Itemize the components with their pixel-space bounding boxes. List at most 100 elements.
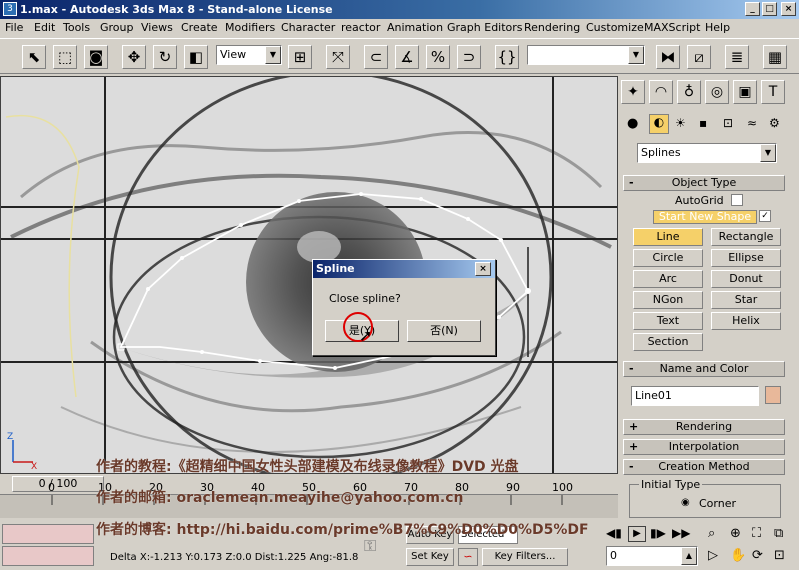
- systems-icon[interactable]: ⚙: [769, 116, 780, 130]
- go-to-end-icon[interactable]: ▶▶: [672, 526, 690, 540]
- zoom-icon[interactable]: ⌕: [708, 526, 715, 541]
- spinner-snap-icon[interactable]: ⊃: [457, 45, 481, 69]
- menu-reactor[interactable]: reactor: [340, 21, 381, 35]
- helpers-icon[interactable]: ⊡: [723, 116, 733, 130]
- menu-group[interactable]: Group: [99, 21, 135, 35]
- menu-views[interactable]: Views: [140, 21, 174, 35]
- maximize-viewport-icon[interactable]: ⊡: [774, 548, 785, 563]
- angle-snap-icon[interactable]: ∡: [395, 45, 419, 69]
- prev-frame-icon[interactable]: ◀▮: [606, 526, 622, 540]
- object-type-rollout[interactable]: - Object Type: [623, 175, 785, 191]
- menu-rendering[interactable]: Rendering: [523, 21, 581, 35]
- autogrid-label: AutoGrid: [675, 194, 724, 207]
- rendering-rollout[interactable]: + Rendering: [623, 419, 785, 435]
- menu-file[interactable]: File: [4, 21, 24, 35]
- align-icon[interactable]: ⧄: [687, 45, 711, 69]
- menu-tools[interactable]: Tools: [62, 21, 91, 35]
- set-key-button[interactable]: Set Key: [406, 548, 454, 566]
- modify-tab-icon[interactable]: ◠: [649, 80, 673, 104]
- select-object-icon[interactable]: ⬉: [22, 45, 46, 69]
- menu-create[interactable]: Create: [180, 21, 219, 35]
- close-button[interactable]: ×: [781, 2, 796, 16]
- category-dropdown[interactable]: Splines ▼: [637, 143, 777, 163]
- selection-lock-field[interactable]: [2, 524, 94, 544]
- arc-rotate-icon[interactable]: ⟳: [752, 548, 763, 563]
- arc-button[interactable]: Arc: [633, 270, 703, 288]
- maximize-button[interactable]: □: [762, 2, 777, 16]
- app-icon[interactable]: 3: [3, 2, 17, 16]
- play-icon[interactable]: ▶: [628, 526, 646, 542]
- menu-help[interactable]: Help: [704, 21, 731, 35]
- utilities-tab-icon[interactable]: T: [761, 80, 785, 104]
- tick-label: 90: [506, 481, 520, 494]
- ellipse-button[interactable]: Ellipse: [711, 249, 781, 267]
- pivot-center-icon[interactable]: ⊞: [288, 45, 312, 69]
- menu-character[interactable]: Character: [280, 21, 336, 35]
- reference-coordinate-select[interactable]: View ▼: [216, 45, 282, 65]
- select-link-icon[interactable]: ⤧: [326, 45, 350, 69]
- dialog-message: Close spline?: [329, 292, 401, 305]
- next-frame-icon[interactable]: ▮▶: [650, 526, 666, 540]
- move-icon[interactable]: ✥: [122, 45, 146, 69]
- menu-customize[interactable]: Customize: [585, 21, 645, 35]
- hierarchy-tab-icon[interactable]: ♁: [677, 80, 701, 104]
- snap-toggle-icon[interactable]: ⊂: [364, 45, 388, 69]
- interpolation-rollout[interactable]: + Interpolation: [623, 439, 785, 455]
- motion-tab-icon[interactable]: ◎: [705, 80, 729, 104]
- zoom-extents-icon[interactable]: ⛶: [752, 526, 761, 541]
- line-button[interactable]: Line: [633, 228, 703, 246]
- ngon-button[interactable]: NGon: [633, 291, 703, 309]
- rotate-icon[interactable]: ↻: [153, 45, 177, 69]
- object-color-swatch[interactable]: [765, 386, 781, 404]
- menu-maxscript[interactable]: MAXScript: [643, 21, 701, 35]
- field-of-view-icon[interactable]: ▷: [708, 548, 718, 563]
- display-tab-icon[interactable]: ▣: [733, 80, 757, 104]
- text-button[interactable]: Text: [633, 312, 703, 330]
- creation-method-rollout[interactable]: - Creation Method: [623, 459, 785, 475]
- menu-graph-editors[interactable]: Graph Editors: [446, 21, 524, 35]
- start-new-shape-checkbox[interactable]: ✓: [759, 210, 771, 222]
- viewport-front[interactable]: Z X: [0, 76, 618, 474]
- select-by-name-icon[interactable]: ◙: [84, 45, 108, 69]
- time-slider[interactable]: 0 / 100: [12, 476, 104, 492]
- select-region-icon[interactable]: ⬚: [53, 45, 77, 69]
- key-filters-button[interactable]: Key Filters...: [482, 548, 568, 566]
- pan-icon[interactable]: ✋: [730, 548, 746, 563]
- star-button[interactable]: Star: [711, 291, 781, 309]
- dialog-close-button[interactable]: ×: [475, 262, 491, 276]
- current-frame-input[interactable]: 0 ▲: [606, 546, 698, 566]
- section-button[interactable]: Section: [633, 333, 703, 351]
- no-button[interactable]: 否(N): [407, 320, 481, 342]
- scale-icon[interactable]: ◧: [184, 45, 208, 69]
- name-and-color-rollout[interactable]: - Name and Color: [623, 361, 785, 377]
- minimize-button[interactable]: _: [745, 2, 760, 16]
- corner-radio[interactable]: ◉: [681, 497, 690, 508]
- named-selection-set-combo[interactable]: ▼: [527, 45, 645, 65]
- shapes-icon[interactable]: ◐: [649, 114, 669, 134]
- circle-button[interactable]: Circle: [633, 249, 703, 267]
- start-new-shape-button[interactable]: Start New Shape: [653, 210, 757, 224]
- object-name-input[interactable]: Line01: [631, 386, 759, 406]
- menu-animation[interactable]: Animation: [386, 21, 444, 35]
- menu-modifiers[interactable]: Modifiers: [224, 21, 276, 35]
- donut-button[interactable]: Donut: [711, 270, 781, 288]
- lights-icon[interactable]: ☀: [675, 116, 686, 130]
- autogrid-checkbox[interactable]: [731, 194, 743, 206]
- spacewarps-icon[interactable]: ≈: [747, 116, 757, 130]
- zoom-extents-all-icon[interactable]: ⧉: [774, 526, 783, 541]
- zoom-all-icon[interactable]: ⊕: [730, 526, 741, 541]
- set-key-icon[interactable]: ∽: [458, 548, 478, 566]
- curve-editor-icon[interactable]: ▦: [763, 45, 787, 69]
- geometry-icon[interactable]: ●: [627, 116, 638, 131]
- rectangle-button[interactable]: Rectangle: [711, 228, 781, 246]
- helix-button[interactable]: Helix: [711, 312, 781, 330]
- layer-manager-icon[interactable]: ≣: [725, 45, 749, 69]
- mirror-icon[interactable]: ⧓: [656, 45, 680, 69]
- prompt-field[interactable]: [2, 546, 94, 566]
- percent-snap-icon[interactable]: %: [426, 45, 450, 69]
- create-tab-icon[interactable]: ✦: [621, 80, 645, 104]
- cameras-icon[interactable]: ▪: [699, 116, 707, 130]
- key-icon[interactable]: ⚿: [364, 536, 376, 556]
- menu-edit[interactable]: Edit: [33, 21, 56, 35]
- edit-named-selection-icon[interactable]: {}: [495, 45, 519, 69]
